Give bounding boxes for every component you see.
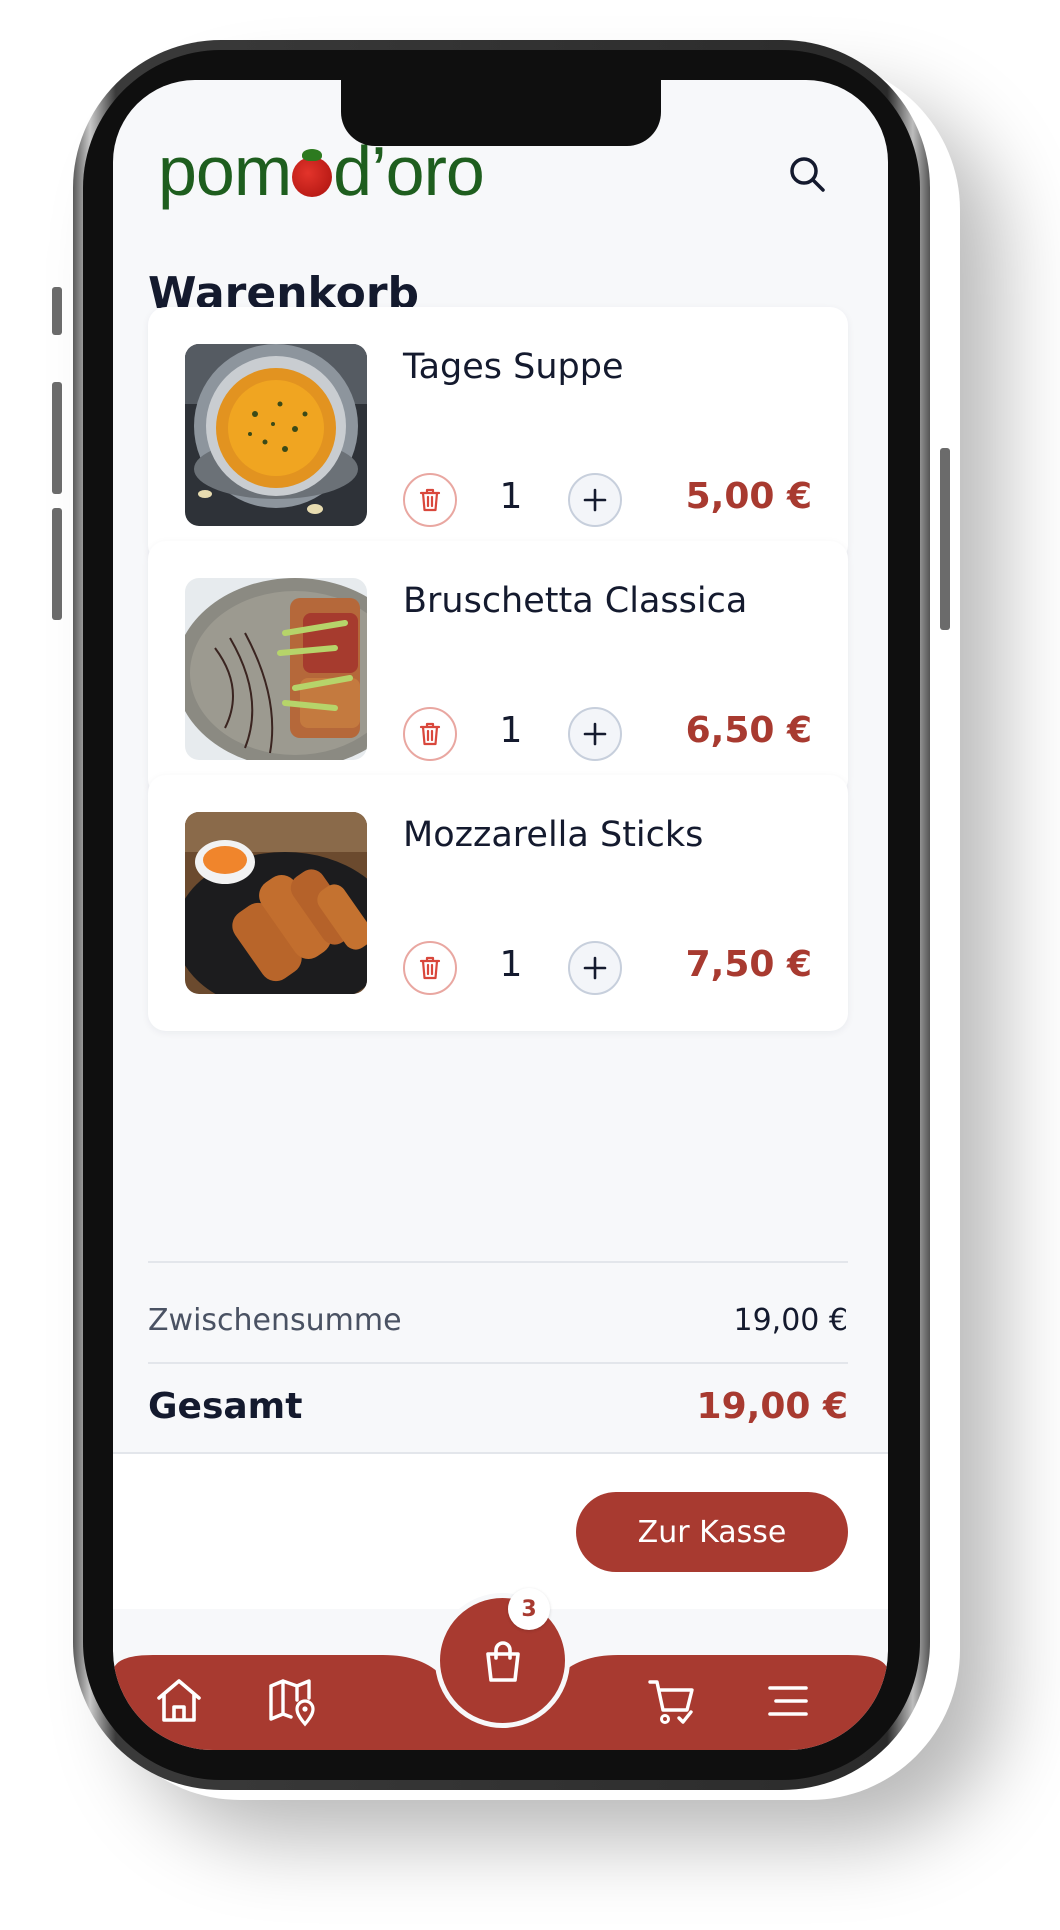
remove-item-button[interactable]: [403, 707, 457, 761]
device-volume-up: [52, 382, 62, 494]
item-name: Bruschetta Classica: [403, 581, 748, 621]
brand-logo[interactable]: pom d’oro: [158, 136, 485, 206]
increase-quantity-button[interactable]: [568, 707, 622, 761]
item-name: Mozzarella Sticks: [403, 815, 704, 855]
plus-icon: [583, 488, 607, 512]
shopping-bag-button[interactable]: [435, 1593, 570, 1728]
app-screen: pom d’oro Warenkorb Tages Suppe 1 5,00 €…: [113, 80, 888, 1750]
menu-icon: [768, 1686, 808, 1716]
item-quantity: 1: [499, 710, 523, 751]
tomato-icon: [292, 149, 333, 197]
nav-locations-button[interactable]: [263, 1672, 321, 1730]
checkout-bar: Zur Kasse: [113, 1452, 888, 1609]
item-name: Tages Suppe: [403, 347, 624, 387]
cart-item: Tages Suppe 1 5,00 €: [148, 307, 848, 563]
trash-icon: [419, 488, 441, 512]
remove-item-button[interactable]: [403, 941, 457, 995]
remove-item-button[interactable]: [403, 473, 457, 527]
nav-cart-button[interactable]: [643, 1672, 701, 1730]
item-price: 5,00 €: [685, 476, 812, 517]
item-image-mozzarella-sticks: [185, 812, 367, 994]
total-value: 19,00 €: [696, 1386, 848, 1427]
item-price: 6,50 €: [685, 710, 812, 751]
device-power-button: [940, 448, 950, 630]
shopping-bag-icon: [485, 1640, 520, 1682]
increase-quantity-button[interactable]: [568, 941, 622, 995]
nav-home-button[interactable]: [150, 1672, 208, 1730]
item-image-bruschetta: [185, 578, 367, 760]
subtotal-label: Zwischensumme: [148, 1303, 402, 1338]
cart-item: Bruschetta Classica 1 6,50 €: [148, 541, 848, 797]
trash-icon: [419, 956, 441, 980]
cart-count-badge: 3: [508, 1588, 550, 1630]
map-pin-icon: [269, 1679, 315, 1727]
nav-menu-button[interactable]: [758, 1672, 816, 1730]
home-icon: [157, 1679, 201, 1722]
logo-text-left: pom: [158, 132, 292, 210]
checkout-button[interactable]: Zur Kasse: [576, 1492, 848, 1572]
item-quantity: 1: [499, 476, 523, 517]
device-volume-down: [52, 508, 62, 620]
item-image-soup: [185, 344, 367, 526]
increase-quantity-button[interactable]: [568, 473, 622, 527]
item-price: 7,50 €: [685, 944, 812, 985]
summary-divider: [148, 1362, 848, 1364]
trash-icon: [419, 722, 441, 746]
search-button[interactable]: [783, 150, 833, 200]
cart-item: Mozzarella Sticks 1 7,50 €: [148, 775, 848, 1031]
search-icon: [790, 157, 825, 192]
device-mute-switch: [52, 287, 62, 335]
total-label: Gesamt: [148, 1386, 303, 1427]
summary-divider: [148, 1261, 848, 1263]
cart-check-icon: [648, 1680, 694, 1724]
plus-icon: [583, 956, 607, 980]
plus-icon: [583, 722, 607, 746]
device-notch: [341, 80, 661, 146]
item-quantity: 1: [499, 944, 523, 985]
subtotal-value: 19,00 €: [733, 1303, 848, 1338]
